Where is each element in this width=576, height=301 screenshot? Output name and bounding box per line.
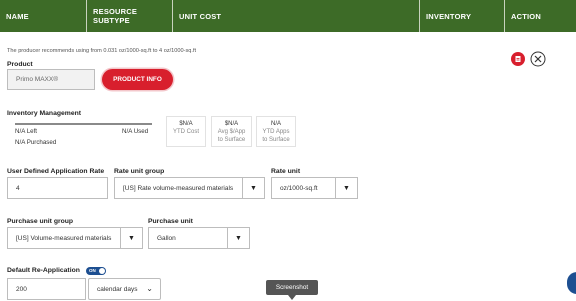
inventory-title: Inventory Management <box>7 110 82 117</box>
reapplication-label: Default Re-Application <box>7 267 80 274</box>
chevron-down-icon: ▼ <box>120 228 142 248</box>
header-action[interactable]: ACTION <box>505 0 576 32</box>
product-field: Primo MAXX® <box>7 69 95 90</box>
pdf-icon[interactable] <box>511 52 525 66</box>
header-resource-subtype[interactable]: RESOURCE SUBTYPE <box>87 0 173 32</box>
header-inventory[interactable]: INVENTORY <box>420 0 505 32</box>
application-rate-input[interactable]: 4 <box>7 177 108 199</box>
purchase-unit-group-select[interactable]: [US] Volume-measured materials ▼ <box>7 227 143 249</box>
product-value: Primo MAXX® <box>16 76 58 83</box>
document-glyph-icon <box>515 56 521 62</box>
inventory-used: N/A Used <box>122 128 149 135</box>
recommendation-text: The producer recommends using from 0.031… <box>7 48 197 54</box>
chevron-down-icon: ⌄ <box>146 284 153 293</box>
rate-unit-group-label: Rate unit group <box>114 168 165 175</box>
reapplication-toggle[interactable]: ON <box>86 267 106 275</box>
stat-ytd-cost: $N/A YTD Cost <box>166 116 206 147</box>
screenshot-tooltip: Screenshot <box>266 280 318 300</box>
header-name[interactable]: NAME <box>0 0 87 32</box>
header-unit-cost[interactable]: UNIT COST <box>173 0 420 32</box>
stat-ytd-apps: N/A YTD Apps to Surface <box>256 116 296 147</box>
rate-unit-label: Rate unit <box>271 168 301 175</box>
inventory-left: N/A Left <box>15 128 38 135</box>
help-button[interactable] <box>567 272 576 294</box>
chevron-down-icon: ▼ <box>242 178 264 198</box>
rate-unit-select[interactable]: oz/1000-sq.ft ▼ <box>271 177 358 199</box>
stat-avg-cost: $N/A Avg $/App to Surface <box>211 116 252 147</box>
application-rate-label: User Defined Application Rate <box>7 168 105 175</box>
table-header: NAME RESOURCE SUBTYPE UNIT COST INVENTOR… <box>0 0 576 32</box>
purchase-unit-select[interactable]: Gallon ▼ <box>148 227 250 249</box>
purchase-unit-group-label: Purchase unit group <box>7 218 74 225</box>
inventory-purchased: N/A Purchased <box>15 139 57 146</box>
product-label: Product <box>7 61 33 68</box>
inventory-progress-bar <box>15 123 152 125</box>
rate-unit-group-select[interactable]: [US] Rate volume-measured materials ▼ <box>114 177 265 199</box>
toggle-knob <box>99 268 105 274</box>
product-info-button[interactable]: PRODUCT INFO <box>102 69 173 90</box>
reapplication-input[interactable]: 200 <box>7 278 86 300</box>
chevron-down-icon: ▼ <box>227 228 249 248</box>
reapplication-unit-select[interactable]: calendar days ⌄ <box>88 278 161 300</box>
close-circle-icon[interactable] <box>530 51 546 67</box>
chevron-down-icon: ▼ <box>335 178 357 198</box>
purchase-unit-label: Purchase unit <box>148 218 193 225</box>
